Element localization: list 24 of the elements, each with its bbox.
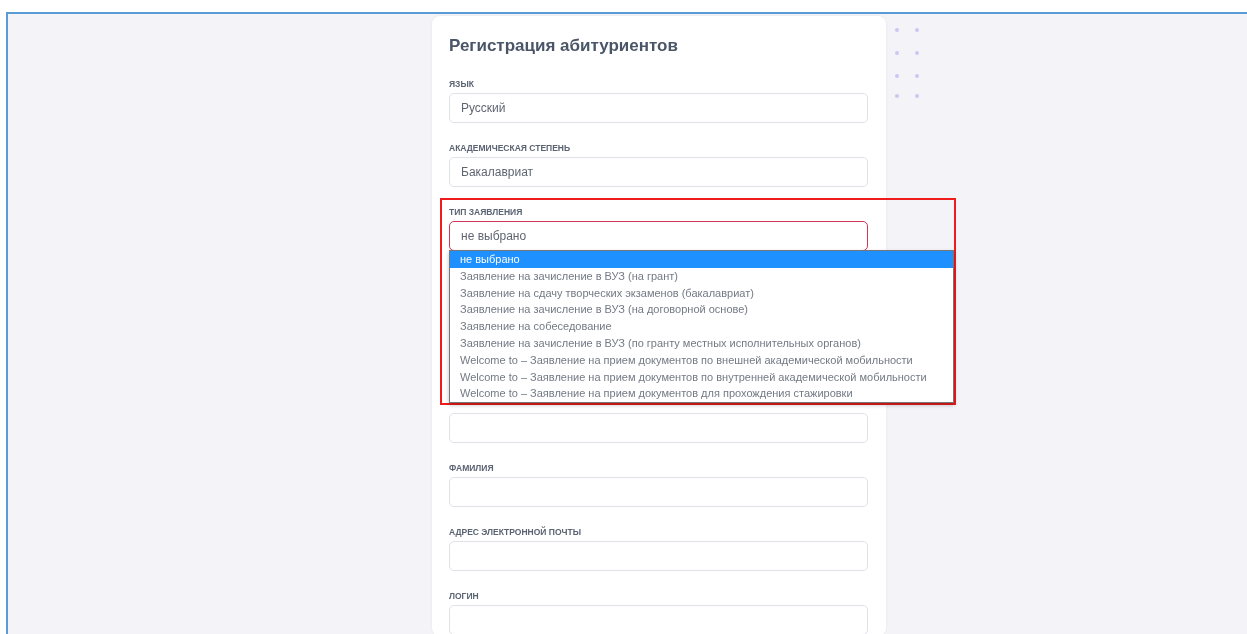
field-label: ФАМИЛИЯ bbox=[449, 463, 495, 474]
dropdown-option[interactable]: Welcome to – Заявление на прием документов по внешней академической мобильности bbox=[450, 351, 953, 369]
select-field[interactable]: Русский bbox=[449, 93, 868, 123]
form-title: Регистрация абитуриентов bbox=[449, 35, 679, 57]
select-field[interactable]: Бакалавриат bbox=[449, 157, 868, 187]
dropdown-option[interactable]: Заявление на сдачу творческих экзаменов (бакалавриат) bbox=[450, 284, 953, 302]
dropdown-option[interactable]: Заявление на зачисление в ВУЗ (на грант) bbox=[450, 267, 953, 285]
input-field[interactable] bbox=[449, 413, 868, 443]
dropdown-option[interactable]: Заявление на зачисление в ВУЗ (по гранту местных исполнительных органов) bbox=[450, 335, 953, 352]
field-label: ЯЗЫК bbox=[449, 79, 475, 90]
dropdown-option[interactable]: Welcome to – Заявление на прием документов по внутренней академической мобильности bbox=[450, 368, 953, 386]
field-label: АДРЕС ЭЛЕКТРОННОЙ ПОЧТЫ bbox=[449, 527, 583, 538]
field-label: АКАДЕМИЧЕСКАЯ СТЕПЕНЬ bbox=[449, 143, 572, 154]
input-field[interactable] bbox=[449, 605, 868, 634]
field-label: ЛОГИН bbox=[449, 591, 480, 602]
select-field[interactable]: не выбрано bbox=[449, 221, 868, 251]
dropdown-option[interactable]: Welcome to – Заявление на прием документов для прохождения стажировки bbox=[450, 385, 953, 403]
dot-pattern-drawing bbox=[894, 27, 920, 99]
input-field[interactable] bbox=[449, 541, 868, 571]
dropdown-option[interactable]: не выбрано bbox=[450, 251, 953, 268]
dropdown-option[interactable]: Заявление на собеседование bbox=[450, 318, 953, 335]
field-label: ТИП ЗАЯВЛЕНИЯ bbox=[449, 207, 524, 218]
dropdown-option[interactable]: Заявление на зачисление в ВУЗ (на договорной основе) bbox=[450, 301, 953, 319]
input-field[interactable] bbox=[449, 477, 868, 507]
